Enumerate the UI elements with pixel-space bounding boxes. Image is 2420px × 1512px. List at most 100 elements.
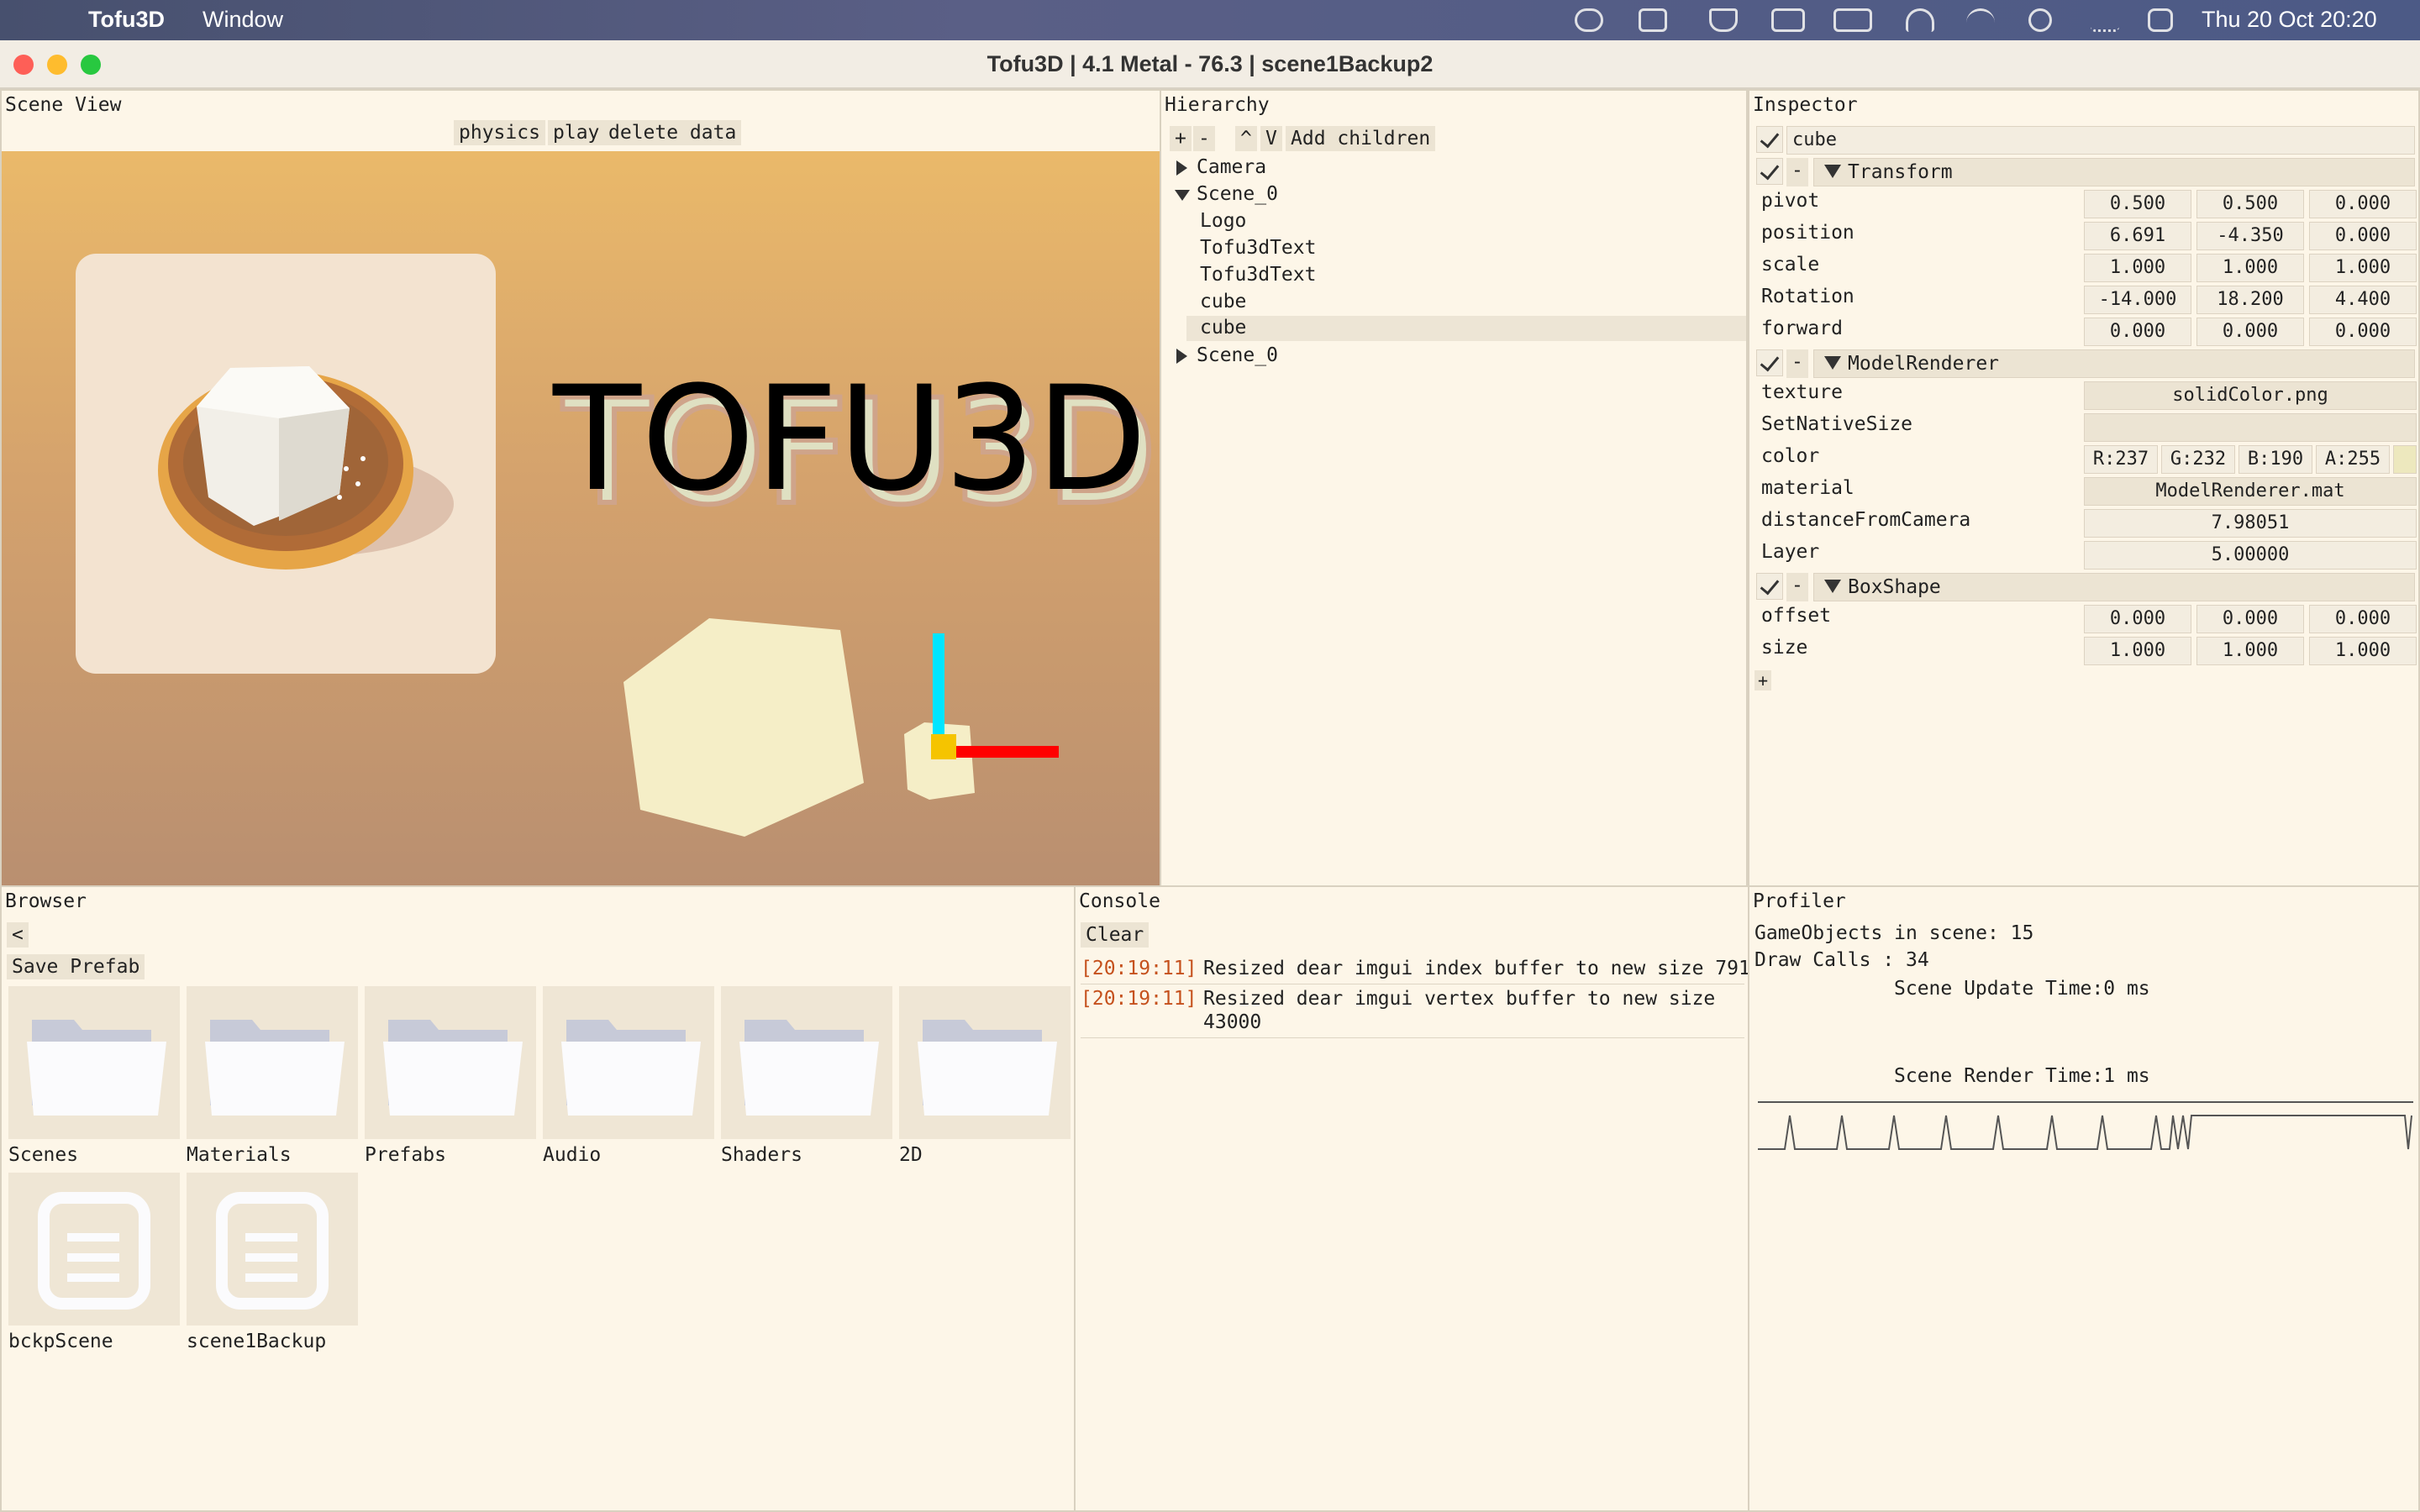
expand-arrow-icon[interactable] [1176, 160, 1187, 176]
physics-button[interactable]: physics [454, 120, 545, 145]
collapse-arrow-icon[interactable] [1175, 190, 1190, 201]
rotation-x-field[interactable]: -14.000 [2084, 286, 2191, 314]
rotation-z-field[interactable]: 4.400 [2309, 286, 2417, 314]
control-center-icon[interactable] [2148, 8, 2173, 32]
console-clear-button[interactable]: Clear [1081, 922, 1150, 948]
tree-item-tofu3dtext[interactable]: Tofu3dText [1186, 235, 1746, 262]
folder-2d[interactable] [899, 986, 1071, 1139]
boxshape-header[interactable]: BoxShape [1813, 573, 2415, 601]
tree-item-camera[interactable]: Camera [1175, 155, 1746, 181]
texture-field[interactable]: solidColor.png [2084, 381, 2417, 410]
position-y-field[interactable]: -4.350 [2196, 222, 2304, 250]
headphones-icon[interactable] [1906, 8, 1934, 32]
object-active-checkbox[interactable] [1756, 126, 1783, 153]
memory-status-icon[interactable] [1771, 8, 1805, 32]
scale-y-field[interactable]: 1.000 [2196, 254, 2304, 282]
remove-transform-button[interactable]: - [1786, 158, 1808, 186]
scene-viewport[interactable]: TOFU3D TOFU3D [2, 151, 1160, 887]
presentation-status-icon[interactable] [1709, 8, 1738, 32]
tree-item-tofu3dtext[interactable]: Tofu3dText [1186, 262, 1746, 289]
forward-y-field[interactable]: 0.000 [2196, 318, 2304, 346]
remove-boxshape-button[interactable]: - [1786, 573, 1808, 601]
browser-back-button[interactable]: < [7, 922, 29, 948]
layer-field[interactable]: 5.00000 [2084, 541, 2417, 570]
size-y-field[interactable]: 1.000 [2196, 637, 2304, 665]
gizmo-x-axis[interactable] [956, 746, 1059, 758]
transform-header[interactable]: Transform [1813, 158, 2415, 186]
folder-shaders[interactable] [721, 986, 892, 1139]
tree-item-cube-selected[interactable]: cube [1186, 316, 1746, 341]
activity-icon[interactable] [2091, 8, 2119, 32]
rotation-y-field[interactable]: 18.200 [2196, 286, 2304, 314]
modelrenderer-header[interactable]: ModelRenderer [1813, 349, 2415, 378]
file-scene1backup[interactable] [187, 1173, 358, 1326]
pivot-y-field[interactable]: 0.500 [2196, 190, 2304, 218]
pivot-z-field[interactable]: 0.000 [2309, 190, 2417, 218]
save-prefab-button[interactable]: Save Prefab [7, 954, 145, 979]
size-z-field[interactable]: 1.000 [2309, 637, 2417, 665]
boxshape-enabled-checkbox[interactable] [1756, 573, 1783, 600]
offset-y-field[interactable]: 0.000 [2196, 605, 2304, 633]
folder-audio[interactable] [543, 986, 714, 1139]
document-icon [38, 1192, 150, 1310]
file-bckpscene[interactable] [8, 1173, 180, 1326]
scale-label: scale [1761, 254, 1820, 276]
folder-icon [205, 1020, 345, 1116]
pivot-x-field[interactable]: 0.500 [2084, 190, 2191, 218]
material-field[interactable]: ModelRenderer.mat [2084, 477, 2417, 506]
move-down-button[interactable]: V [1260, 126, 1282, 151]
app-menu[interactable]: Tofu3D [88, 7, 165, 33]
color-r-field[interactable]: R:237 [2084, 445, 2158, 474]
coffee-status-icon[interactable] [1575, 8, 1603, 32]
forward-z-field[interactable]: 0.000 [2309, 318, 2417, 346]
size-x-field[interactable]: 1.000 [2084, 637, 2191, 665]
modelrenderer-enabled-checkbox[interactable] [1756, 349, 1783, 376]
gameobjects-count: GameObjects in scene: 15 [1754, 922, 2034, 944]
color-b-field[interactable]: B:190 [2238, 445, 2312, 474]
folder-materials[interactable] [187, 986, 358, 1139]
move-up-button[interactable]: ^ [1235, 126, 1257, 151]
tree-item-scene[interactable]: Scene_0 [1175, 181, 1746, 208]
setnativesize-button[interactable] [2084, 413, 2417, 442]
window-menu[interactable]: Window [203, 7, 283, 33]
profiler-panel: Profiler GameObjects in scene: 15 Draw C… [1748, 885, 2420, 1512]
position-x-field[interactable]: 6.691 [2084, 222, 2191, 250]
color-g-field[interactable]: G:232 [2161, 445, 2235, 474]
battery-icon[interactable] [1833, 8, 1872, 32]
gizmo-center[interactable] [931, 734, 956, 759]
pen-status-icon[interactable] [1639, 8, 1667, 32]
scene-view-title: Scene View [5, 94, 122, 116]
large-cube[interactable] [623, 618, 864, 837]
folder-prefabs[interactable] [365, 986, 536, 1139]
tree-item-cube[interactable]: cube [1186, 289, 1746, 316]
scale-z-field[interactable]: 1.000 [2309, 254, 2417, 282]
add-object-button[interactable]: + [1170, 126, 1192, 151]
offset-z-field[interactable]: 0.000 [2309, 605, 2417, 633]
play-button[interactable]: play [548, 120, 605, 145]
scale-x-field[interactable]: 1.000 [2084, 254, 2191, 282]
wifi-icon[interactable] [1966, 8, 1995, 32]
log-message: Resized dear imgui index buffer to new s… [1203, 958, 1762, 979]
add-component-button[interactable]: + [1754, 670, 1772, 690]
tree-item-scene[interactable]: Scene_0 [1175, 343, 1746, 370]
folder-scenes[interactable] [8, 986, 180, 1139]
window-title: Tofu3D | 4.1 Metal - 76.3 | scene1Backup… [986, 51, 1434, 76]
color-swatch[interactable] [2393, 445, 2417, 474]
distance-field[interactable]: 7.98051 [2084, 509, 2417, 538]
color-a-field[interactable]: A:255 [2316, 445, 2390, 474]
object-name-input[interactable]: cube [1786, 126, 2415, 155]
remove-object-button[interactable]: - [1193, 126, 1215, 151]
expand-arrow-icon[interactable] [1176, 349, 1187, 364]
folder-label: 2D [899, 1144, 923, 1166]
add-children-button[interactable]: Add children [1286, 126, 1436, 151]
menubar-clock[interactable]: Thu 20 Oct 20:20 [2202, 7, 2377, 33]
remove-modelrenderer-button[interactable]: - [1786, 349, 1808, 378]
tree-item-logo[interactable]: Logo [1186, 208, 1746, 235]
gizmo-y-axis[interactable] [933, 633, 944, 741]
position-z-field[interactable]: 0.000 [2309, 222, 2417, 250]
forward-x-field[interactable]: 0.000 [2084, 318, 2191, 346]
offset-x-field[interactable]: 0.000 [2084, 605, 2191, 633]
transform-enabled-checkbox[interactable] [1756, 158, 1783, 185]
time-machine-icon[interactable] [2028, 8, 2052, 32]
delete-data-button[interactable]: delete data [603, 120, 742, 145]
